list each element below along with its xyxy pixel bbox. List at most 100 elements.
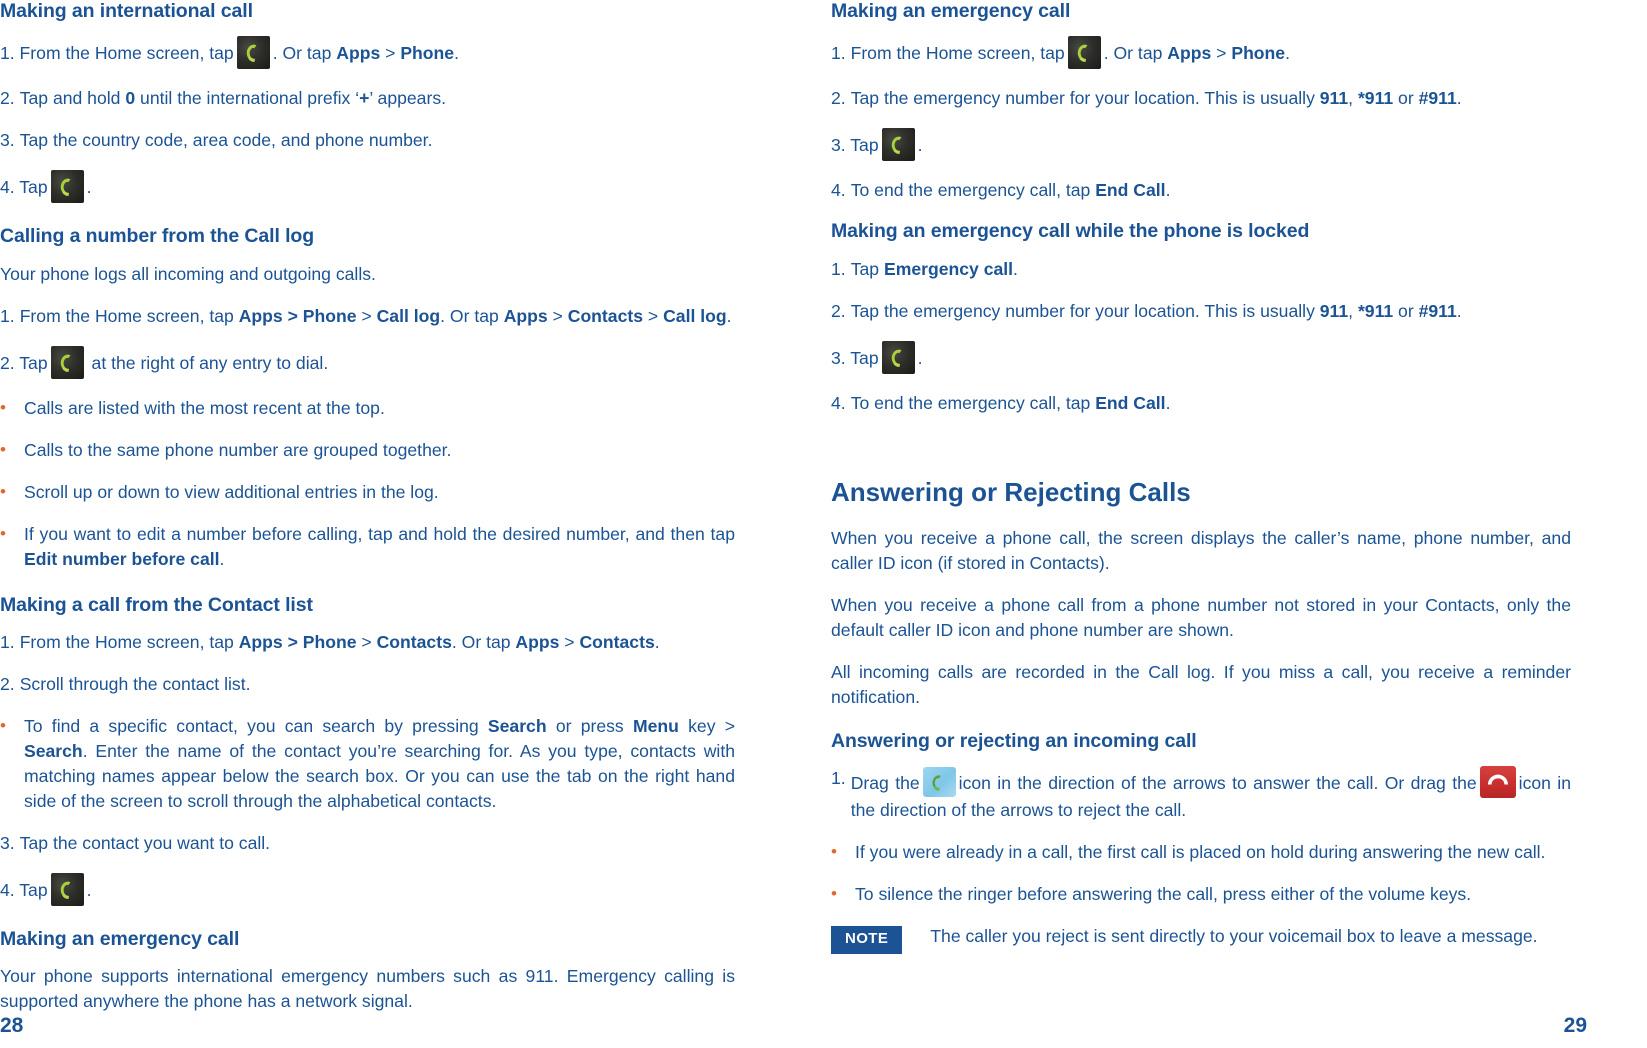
list-item: • To silence the ringer before answering… [831, 882, 1571, 907]
phone-icon [50, 170, 84, 204]
phone-icon [50, 872, 84, 906]
period: . [1013, 258, 1018, 279]
heading-making-international-call: Making an international call [0, 0, 253, 22]
answering-paragraph-2: When you receive a phone call from a pho… [831, 594, 1571, 640]
bullet-text: Scroll up or down to view additional ent… [24, 481, 439, 502]
heading-answering-rejecting-incoming: Answering or rejecting an incoming call [831, 729, 1197, 752]
step-text-a: Tap the emergency number for your locati… [850, 300, 1320, 321]
bullet-icon: • [831, 883, 837, 903]
tap-word: Tap [19, 352, 48, 373]
note-text: The caller you reject is sent directly t… [930, 925, 1538, 946]
step-text-rest: at the right of any entry to dial. [91, 352, 329, 373]
heading-emergency-call-locked: Making an emergency call while the phone… [831, 220, 1310, 243]
list-item: 2. Tap the emergency number for your loc… [831, 86, 1571, 111]
tap-word: Tap [19, 879, 48, 900]
step-text-a: To end the emergency call, tap [850, 180, 1096, 201]
list-item: 2. Tap the emergency number for your loc… [831, 299, 1571, 324]
step-text: 4. Tap. [0, 872, 735, 906]
phone-icon [236, 36, 270, 70]
step-number: 1. [831, 768, 846, 789]
list-item: • Calls are listed with the most recent … [0, 396, 735, 421]
list-item: 3. Tap. [831, 128, 1571, 162]
step-text: 4. Tap. [0, 170, 735, 204]
gt-sep-3: > [643, 305, 664, 326]
bullet-icon: • [831, 841, 837, 861]
step-number: 3. [831, 135, 846, 156]
sep-comma: , [1348, 88, 1358, 109]
step-number: 1. [0, 305, 15, 326]
bullet-icon: • [0, 715, 6, 735]
period: . [86, 879, 92, 900]
search-label-2: Search [24, 740, 83, 761]
bullet-text-a: To find a specific contact, you can sear… [24, 715, 488, 736]
period: . [454, 43, 459, 64]
phone-icon [881, 128, 915, 162]
tap-word: Tap [19, 177, 48, 198]
apps-label: Apps [1167, 43, 1212, 64]
phone-icon [881, 340, 915, 374]
page-number-right: 29 [1563, 1014, 1587, 1037]
contacts-label-2: Contacts [579, 631, 655, 652]
step-text-c: . Or tap [451, 631, 516, 652]
end-call-label: End Call [1095, 392, 1166, 413]
menu-label: Menu [632, 715, 679, 736]
step-text-a: Tap [850, 258, 884, 279]
step-number: 4. [0, 177, 15, 198]
note-block: NOTE The caller you reject is sent direc… [831, 924, 1571, 954]
step-text-a: From the Home screen, tap [19, 631, 239, 652]
sep-or: or [1393, 300, 1419, 321]
list-item: 2. Tap at the right of any entry to dial… [0, 345, 735, 379]
step-number: 1. [831, 43, 846, 64]
period: . [1165, 180, 1171, 201]
heading-calling-from-call-log: Calling a number from the Call log [0, 225, 315, 248]
period: . [1165, 392, 1171, 413]
page-right: Making an emergency call 1. From the Hom… [823, 0, 1647, 1048]
step-number: 1. [831, 258, 846, 279]
step-text-b: until the international prefix ‘ [135, 88, 360, 109]
step-number: 1. [0, 631, 15, 652]
step-text: Drag the icon in the direction of the arr… [851, 766, 1571, 823]
gt-sep-2: > [559, 631, 580, 652]
step-text-c: . Or tap [440, 305, 504, 326]
step-number: 3. [0, 130, 15, 151]
list-item: • Scroll up or down to view additional e… [0, 480, 735, 505]
bullet-text: To find a specific contact, you can sear… [24, 714, 735, 814]
step-text: Tap Emergency call. [851, 257, 1571, 282]
step-text-a: From the Home screen, tap [19, 305, 239, 326]
gt-sep: > [356, 631, 377, 652]
bullet-text-d: . Enter the name of the contact you’re s… [24, 740, 735, 811]
apps-phone-path: Apps > Phone [238, 631, 357, 652]
step-text: 2. Tap at the right of any entry to dial… [0, 345, 735, 379]
edit-number-before-call-label: Edit number before call [24, 548, 220, 569]
bullet-text: To silence the ringer before answering t… [855, 883, 1472, 904]
key-zero: 0 [125, 88, 136, 109]
bullet-icon: • [0, 397, 6, 417]
step-text-a: From the Home screen, tap [850, 43, 1065, 64]
answering-paragraph-1: When you receive a phone call, the scree… [831, 527, 1571, 573]
period: . [917, 347, 923, 368]
gt-sep-2: > [547, 305, 568, 326]
step-text: To end the emergency call, tap End Call. [851, 391, 1571, 416]
step-number: 4. [831, 392, 846, 413]
list-item: • To find a specific contact, you can se… [0, 714, 735, 814]
step-text: 1. From the Home screen, tap . Or tap App… [831, 36, 1571, 70]
bullet-icon: • [0, 523, 6, 543]
list-item: 1. From the Home screen, tap Apps > Phon… [0, 630, 735, 655]
gt-sep: > [1211, 43, 1232, 64]
list-item: 1. From the Home screen, tap Apps > Phon… [0, 304, 735, 329]
call-log-label: Call log [376, 305, 441, 326]
period: . [1456, 300, 1462, 321]
step-text: Tap the emergency number for your locati… [851, 299, 1571, 324]
list-item: 2. Tap and hold 0 until the internationa… [0, 86, 735, 111]
bullet-text-a: If you want to edit a number before call… [24, 523, 735, 544]
list-item: 1. From the Home screen, tap . Or tap App… [831, 36, 1571, 70]
step-number: 2. [0, 352, 15, 373]
apps-label: Apps [503, 305, 548, 326]
list-item: 4. To end the emergency call, tap End Ca… [831, 178, 1571, 203]
list-item: 1. Tap Emergency call. [831, 257, 1571, 282]
step-text: Tap the country code, area code, and pho… [19, 130, 433, 151]
page-left: Making an international call 1. From the… [0, 0, 823, 1048]
sep-or: or [1393, 88, 1419, 109]
list-item: • If you were already in a call, the fir… [831, 840, 1571, 865]
step-number: 4. [831, 180, 846, 201]
